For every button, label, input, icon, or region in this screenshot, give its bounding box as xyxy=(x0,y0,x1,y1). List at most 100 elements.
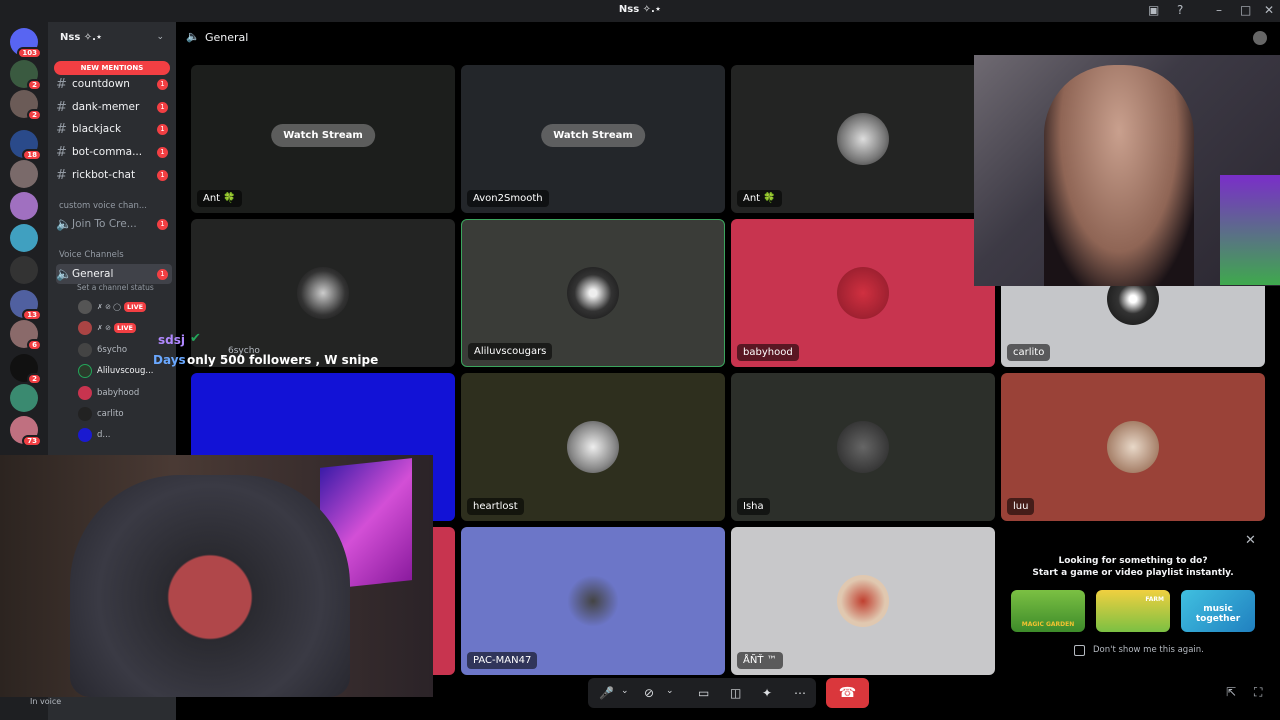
user-tile[interactable] xyxy=(191,219,455,367)
server-icon[interactable]: 2 xyxy=(10,354,42,385)
minimize-icon[interactable]: – xyxy=(1216,3,1222,17)
home-button[interactable]: 103 xyxy=(10,28,42,59)
game-label: MAGIC GARDEN xyxy=(1021,621,1075,628)
user-tile-speaking[interactable]: Aliluvscougars xyxy=(461,219,725,367)
watch-stream-button[interactable]: Watch Stream xyxy=(541,124,645,147)
stream-tile[interactable]: Watch Stream Ant 🍀 xyxy=(191,65,455,213)
overlay-sdsj: sdsj xyxy=(158,333,185,347)
speaker-icon: 🔈 xyxy=(56,216,73,232)
avatar xyxy=(297,267,349,319)
chevron-down-icon[interactable]: ⌄ xyxy=(156,32,164,42)
chevron-down-icon[interactable]: ⌄ xyxy=(621,686,629,696)
voice-status: In voice xyxy=(30,697,62,706)
camera-off-icon[interactable]: ⊘ xyxy=(644,686,654,700)
tile-name: Ant 🍀 xyxy=(737,190,782,207)
avatar xyxy=(78,428,92,442)
watch-stream-button[interactable]: Watch Stream xyxy=(271,124,375,147)
new-mentions-pill[interactable]: NEW MENTIONS xyxy=(54,61,170,75)
hash-icon: # xyxy=(56,144,67,160)
channel-label: General xyxy=(72,268,114,280)
user-tile[interactable]: ÅÑŤ ™ xyxy=(731,527,995,675)
server-icon[interactable]: 18 xyxy=(10,130,42,161)
voice-user[interactable]: carlito xyxy=(78,405,168,423)
avatar xyxy=(567,421,619,473)
tile-name: Aliluvscougars xyxy=(468,343,553,360)
overlay-message: only 500 followers , W snipe xyxy=(187,353,379,367)
dont-show-checkbox[interactable] xyxy=(1074,645,1085,656)
tile-name: heartlost xyxy=(467,498,524,515)
server-icon[interactable] xyxy=(10,160,38,188)
tile-name: luu xyxy=(1007,498,1035,515)
activity-music-together[interactable]: music together xyxy=(1181,590,1255,632)
close-icon[interactable]: ✕ xyxy=(1245,533,1256,548)
server-icon[interactable] xyxy=(10,224,38,252)
tile-name: ÅÑŤ ™ xyxy=(737,652,783,669)
screen-icon[interactable]: ▣ xyxy=(1148,3,1159,17)
user-tile[interactable]: luu xyxy=(1001,373,1265,521)
camera-feed-overlay xyxy=(974,55,1280,286)
soundboard-icon[interactable]: ✦ xyxy=(762,686,772,700)
tile-name: Ant 🍀 xyxy=(197,190,242,207)
activity-panel: ✕ Looking for something to do? Start a g… xyxy=(1001,527,1265,675)
category-custom-voice[interactable]: custom voice chan... xyxy=(59,201,147,211)
voice-user[interactable]: d... xyxy=(78,426,168,444)
help-icon[interactable]: ? xyxy=(1177,3,1183,17)
tile-name: babyhood xyxy=(737,344,799,361)
check-icon: ✔ xyxy=(190,331,201,346)
channel-join-to-create[interactable]: 🔈 Join To Cre... 1 xyxy=(56,214,172,234)
server-icon[interactable] xyxy=(10,384,38,412)
activity-icon[interactable]: ◫ xyxy=(730,686,741,700)
user-tile[interactable]: Isha xyxy=(731,373,995,521)
close-window-icon[interactable]: ✕ xyxy=(1264,3,1274,17)
server-icon[interactable]: 2 xyxy=(10,90,42,121)
channel-dank-memer[interactable]: # dank-memer 1 xyxy=(56,97,172,117)
voice-user[interactable]: babyhood xyxy=(78,384,168,402)
channel-status[interactable]: Set a channel status xyxy=(77,283,154,292)
category-voice-channels[interactable]: Voice Channels xyxy=(59,250,124,260)
channel-bot-commands[interactable]: # bot-comma... 1 xyxy=(56,142,172,162)
user-tile[interactable]: Ant 🍀 xyxy=(731,65,995,213)
server-icon[interactable]: 6 xyxy=(10,320,42,351)
server-badge: 103 xyxy=(17,47,42,59)
voice-user[interactable]: ✗ ⊘ ◯ LIVE xyxy=(78,298,168,316)
server-icon[interactable]: 73 xyxy=(10,416,42,447)
game-label: FARM xyxy=(1145,596,1164,603)
voice-user-name: babyhood xyxy=(97,388,140,398)
fullscreen-icon[interactable]: ⛶ xyxy=(1254,685,1262,700)
call-controls: 🎤 ⌄ ⊘ ⌄ ▭ ◫ ✦ ⋯ xyxy=(588,678,816,708)
server-badge: 73 xyxy=(22,435,42,447)
user-tile[interactable]: PAC-MAN47 xyxy=(461,527,725,675)
screen-share-icon[interactable]: ▭ xyxy=(698,686,709,700)
server-icon[interactable]: 2 xyxy=(10,60,42,91)
server-badge: 6 xyxy=(27,339,42,351)
channel-general[interactable]: 🔈 General 1 xyxy=(56,264,172,284)
channel-blackjack[interactable]: # blackjack 1 xyxy=(56,119,172,139)
stream-tile[interactable]: Watch Stream Avon2Smooth xyxy=(461,65,725,213)
maximize-icon[interactable]: □ xyxy=(1240,3,1251,17)
channel-rickbot-chat[interactable]: # rickbot-chat 1 xyxy=(56,165,172,185)
voice-user[interactable]: ✗ ⊘ LIVE xyxy=(78,319,168,337)
hash-icon: # xyxy=(56,167,67,183)
server-icon[interactable] xyxy=(10,192,38,220)
inbox-icon[interactable] xyxy=(1253,31,1267,45)
activity-farm[interactable]: FARM xyxy=(1096,590,1170,632)
channel-label: bot-comma... xyxy=(72,146,143,158)
avatar xyxy=(567,267,619,319)
activity-magic-garden[interactable]: MAGIC GARDEN xyxy=(1011,590,1085,632)
mention-badge: 1 xyxy=(157,268,168,280)
microphone-icon[interactable]: 🎤 xyxy=(599,686,614,700)
user-tile[interactable]: heartlost xyxy=(461,373,725,521)
server-badge: 2 xyxy=(27,79,42,91)
popout-icon[interactable]: ⇱ xyxy=(1226,685,1236,699)
more-icon[interactable]: ⋯ xyxy=(794,686,806,700)
chevron-down-icon[interactable]: ⌄ xyxy=(666,686,674,696)
activity-title: Looking for something to do? xyxy=(1058,556,1208,566)
server-icon[interactable]: 13 xyxy=(10,290,42,321)
channel-countdown[interactable]: # countdown 1 xyxy=(56,74,172,94)
user-tile[interactable]: babyhood xyxy=(731,219,995,367)
server-icon[interactable] xyxy=(10,256,38,284)
disconnect-button[interactable]: ☎ xyxy=(826,678,869,708)
voice-header: 🔈 General xyxy=(176,22,1280,54)
tile-name: Isha xyxy=(737,498,770,515)
mention-badge: 1 xyxy=(157,169,168,181)
